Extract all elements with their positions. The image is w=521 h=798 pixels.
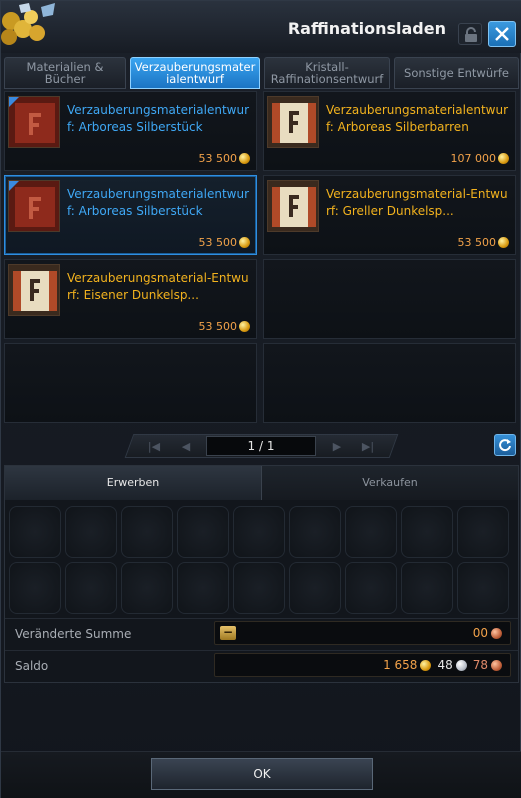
red-recipe-book-icon bbox=[8, 180, 60, 232]
item-name: Verzauberungsmaterialentwurf: Arboreas S… bbox=[67, 103, 249, 134]
red-recipe-book-icon bbox=[8, 96, 60, 148]
item-price: 107 000 bbox=[451, 152, 509, 165]
trade-slot[interactable] bbox=[9, 562, 61, 614]
first-page-button[interactable]: |◀ bbox=[143, 438, 165, 456]
gold-coin-icon bbox=[498, 153, 509, 164]
next-page-button[interactable]: ▶ bbox=[326, 438, 348, 456]
balance-value: 1 658 48 78 bbox=[383, 658, 502, 672]
trade-slot[interactable] bbox=[233, 562, 285, 614]
gold-coin-icon bbox=[239, 237, 250, 248]
trade-slot[interactable] bbox=[177, 562, 229, 614]
scroll-recipe-icon bbox=[8, 264, 60, 316]
item-name: Verzauberungsmaterial-Entwurf: Eisener D… bbox=[67, 271, 249, 302]
quality-flag-icon bbox=[9, 181, 19, 191]
tab-sell[interactable]: Verkaufen bbox=[262, 466, 518, 500]
balance-label: Saldo bbox=[15, 659, 49, 673]
trade-slot[interactable] bbox=[289, 562, 341, 614]
empty-item-slot bbox=[4, 343, 257, 423]
balance-field: 1 658 48 78 bbox=[214, 653, 511, 677]
lock-icon bbox=[465, 27, 477, 42]
tab-buy[interactable]: Erwerben bbox=[5, 466, 262, 500]
tab-other-recipes[interactable]: Sonstige Entwürfe bbox=[394, 57, 519, 89]
item-price: 53 500 bbox=[199, 152, 250, 165]
tab-crystal-refinement-recipe[interactable]: Kristall-Raffinationsentwurf bbox=[264, 57, 390, 89]
ok-button[interactable]: OK bbox=[151, 758, 373, 790]
close-icon bbox=[495, 27, 509, 41]
close-button[interactable] bbox=[488, 21, 516, 47]
trade-slot[interactable] bbox=[457, 562, 509, 614]
gold-coin-icon bbox=[239, 153, 250, 164]
pagination: |◀ ◀ 1 / 1 ▶ ▶| bbox=[1, 431, 521, 461]
trade-slot[interactable] bbox=[121, 506, 173, 558]
gold-coin-icon bbox=[420, 659, 432, 671]
trade-slot[interactable] bbox=[233, 506, 285, 558]
item-price: 53 500 bbox=[199, 320, 250, 333]
quality-flag-icon bbox=[9, 97, 19, 107]
trade-slot[interactable] bbox=[177, 506, 229, 558]
refresh-icon bbox=[499, 439, 511, 452]
page-indicator: 1 / 1 bbox=[206, 436, 316, 456]
scroll-recipe-icon bbox=[267, 180, 319, 232]
trade-slot[interactable] bbox=[289, 506, 341, 558]
scroll-recipe-icon bbox=[267, 96, 319, 148]
shop-item[interactable]: Verzauberungsmaterial-Entwurf: Eisener D… bbox=[4, 259, 257, 339]
changed-sum-label: Veränderte Summe bbox=[15, 627, 132, 641]
item-name: Verzauberungsmaterialentwurf: Arboreas S… bbox=[326, 103, 508, 134]
trade-slot[interactable] bbox=[345, 562, 397, 614]
changed-sum-value: 00 bbox=[473, 626, 502, 640]
category-tabs: Materialien & Bücher Verzauberungsmateri… bbox=[1, 57, 521, 89]
minus-sign-icon: − bbox=[220, 626, 236, 640]
last-page-button[interactable]: ▶| bbox=[357, 438, 379, 456]
empty-item-slot bbox=[263, 343, 516, 423]
item-name: Verzauberungsmaterialentwurf: Arboreas S… bbox=[67, 187, 249, 218]
refresh-button[interactable] bbox=[494, 434, 516, 456]
divider bbox=[5, 618, 518, 619]
trade-slot[interactable] bbox=[345, 506, 397, 558]
divider bbox=[5, 650, 518, 651]
coin-pile-icon bbox=[1, 3, 55, 45]
trade-slot[interactable] bbox=[401, 506, 453, 558]
copper-coin-icon bbox=[491, 627, 502, 639]
shop-item-selected[interactable]: Verzauberungsmaterialentwurf: Arboreas S… bbox=[4, 175, 257, 255]
silver-coin-icon bbox=[455, 659, 467, 671]
item-price: 53 500 bbox=[458, 236, 509, 249]
gold-coin-icon bbox=[498, 237, 509, 248]
lock-button[interactable] bbox=[458, 23, 482, 45]
trade-slot[interactable] bbox=[9, 506, 61, 558]
trade-slot[interactable] bbox=[401, 562, 453, 614]
copper-coin-icon bbox=[491, 659, 502, 671]
item-name: Verzauberungsmaterial-Entwurf: Greller D… bbox=[326, 187, 508, 218]
trade-slot[interactable] bbox=[457, 506, 509, 558]
title-bar[interactable]: Raffinationsladen bbox=[1, 1, 521, 53]
tab-materials-books[interactable]: Materialien & Bücher bbox=[4, 57, 126, 89]
refinement-shop-window: Raffinationsladen Materialien & Bücher V… bbox=[0, 0, 521, 798]
shop-item[interactable]: Verzauberungsmaterial-Entwurf: Greller D… bbox=[263, 175, 516, 255]
trade-panel: Erwerben Verkaufen Veränderte Summe − 00… bbox=[4, 465, 519, 683]
trade-slot[interactable] bbox=[65, 562, 117, 614]
empty-item-slot bbox=[263, 259, 516, 339]
window-title: Raffinationsladen bbox=[287, 19, 446, 38]
changed-sum-field: − 00 bbox=[214, 621, 511, 645]
gold-coin-icon bbox=[239, 321, 250, 332]
shop-item[interactable]: Verzauberungsmaterialentwurf: Arboreas S… bbox=[263, 91, 516, 171]
shop-item[interactable]: Verzauberungsmaterialentwurf: Arboreas S… bbox=[4, 91, 257, 171]
tab-enchant-material-recipe[interactable]: Verzauberungsmaterialentwurf bbox=[130, 57, 260, 89]
item-price: 53 500 bbox=[199, 236, 250, 249]
prev-page-button[interactable]: ◀ bbox=[175, 438, 197, 456]
trade-slot[interactable] bbox=[65, 506, 117, 558]
trade-slot[interactable] bbox=[121, 562, 173, 614]
